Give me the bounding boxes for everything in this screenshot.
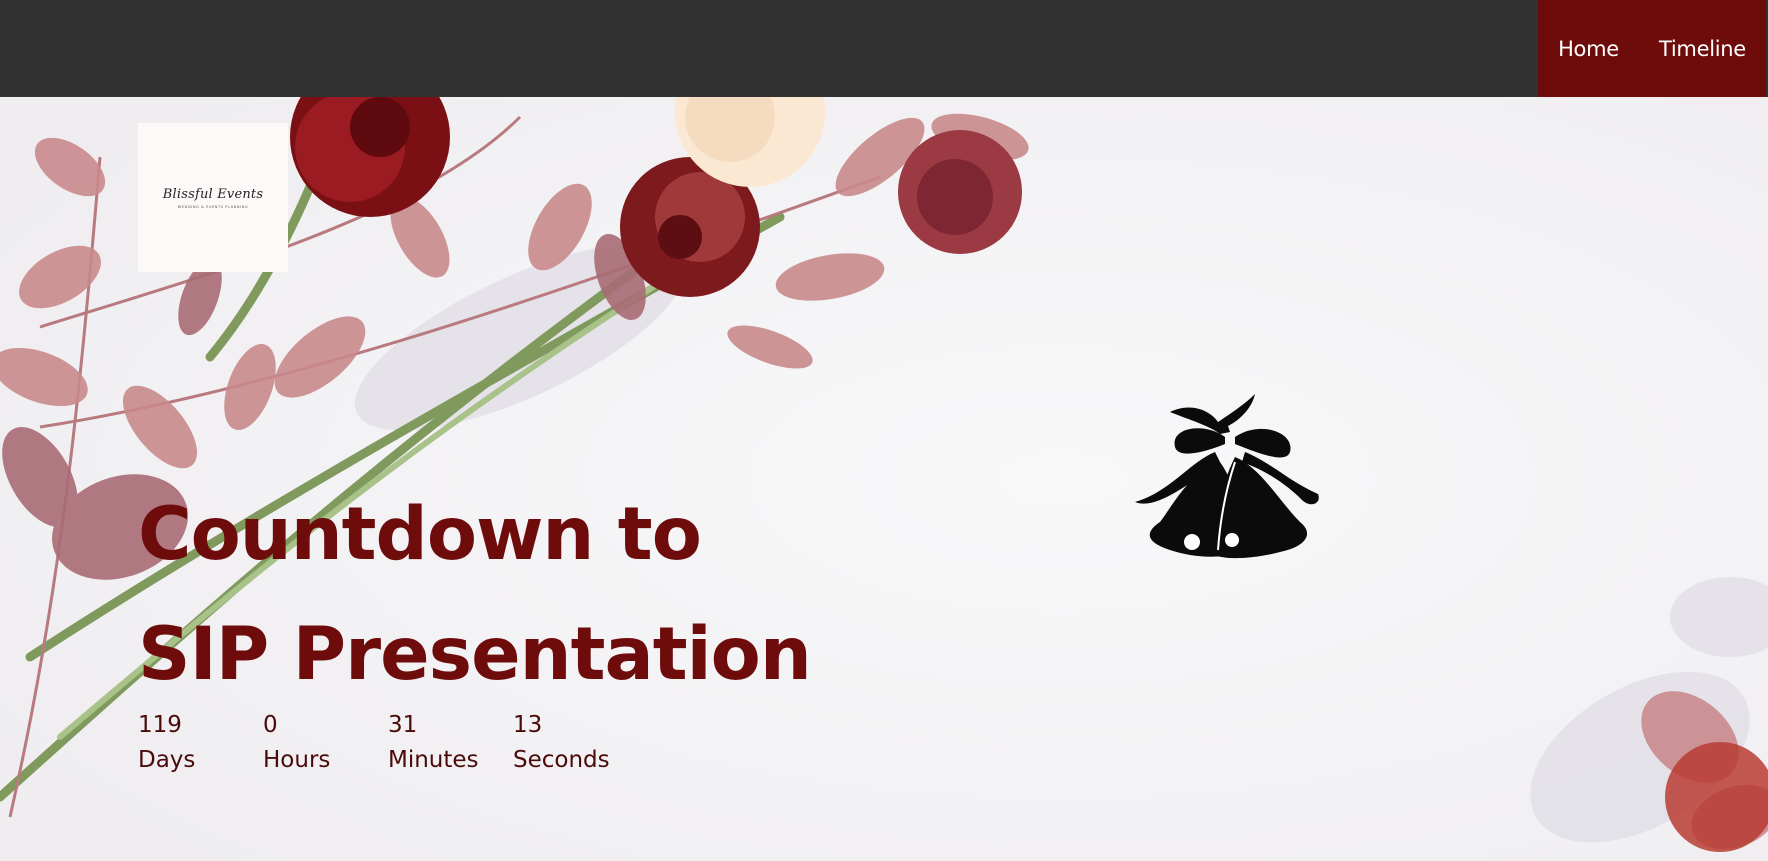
title-line-2: SIP Presentation: [138, 612, 812, 697]
brand-logo-script: Blissful Events: [162, 186, 264, 202]
page-title: Countdown to SIP Presentation: [138, 475, 812, 715]
title-line-1: Countdown to: [138, 492, 702, 577]
countdown-hours: 0 Hours: [263, 709, 388, 779]
countdown-days-value: 119: [138, 712, 182, 738]
countdown-minutes-label: Minutes: [388, 747, 479, 773]
countdown-days: 119 Days: [138, 709, 263, 779]
nav-home-link[interactable]: Home: [1558, 37, 1619, 61]
nav-timeline-link[interactable]: Timeline: [1659, 37, 1746, 61]
brand-logo-tagline: WEDDING & EVENTS PLANNING: [177, 204, 249, 209]
wedding-bells-icon: [1135, 394, 1319, 559]
countdown-seconds: 13 Seconds: [513, 709, 638, 779]
countdown-seconds-value: 13: [513, 712, 543, 738]
countdown-days-label: Days: [138, 747, 196, 773]
countdown-hours-value: 0: [263, 712, 278, 738]
countdown-minutes: 31 Minutes: [388, 709, 513, 779]
brand-logo[interactable]: Blissful Events WEDDING & EVENTS PLANNIN…: [138, 123, 288, 272]
hero-section: Blissful Events WEDDING & EVENTS PLANNIN…: [0, 97, 1768, 861]
countdown-seconds-label: Seconds: [513, 747, 610, 773]
countdown-minutes-value: 31: [388, 712, 418, 738]
countdown-hours-label: Hours: [263, 747, 331, 773]
main-nav: Home Timeline: [1538, 0, 1766, 97]
top-navigation-bar: Home Timeline: [0, 0, 1768, 97]
countdown-timer: 119 Days 0 Hours 31 Minutes 13 Seconds: [138, 709, 638, 779]
